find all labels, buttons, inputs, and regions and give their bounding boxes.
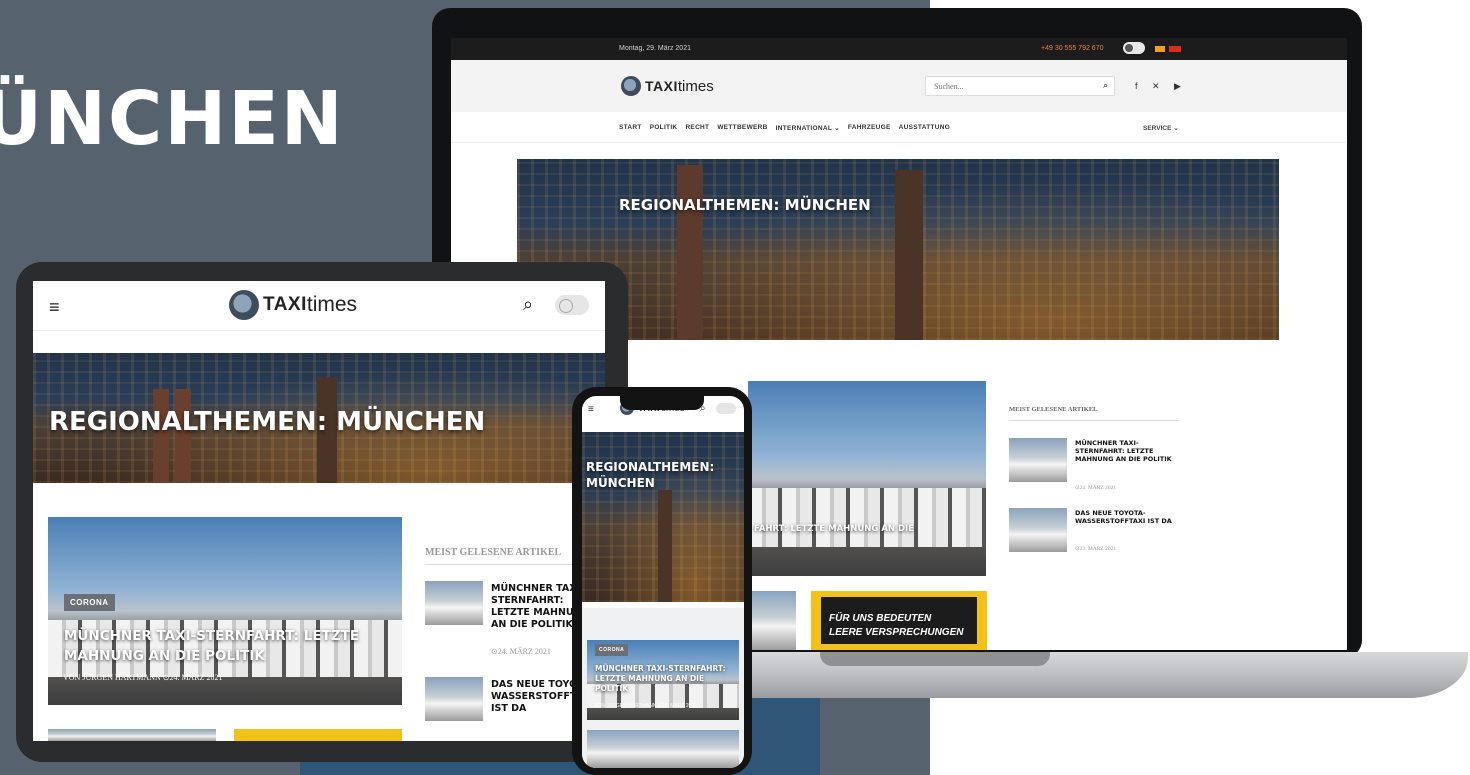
logo-text-light: times (306, 293, 358, 316)
globe-icon (621, 76, 641, 96)
search-input[interactable] (925, 76, 1115, 96)
dark-mode-toggle[interactable] (1123, 42, 1145, 54)
nav-service[interactable]: SERVICE ⌄ (1143, 124, 1179, 132)
phone-screen: ≡ TAXItimes ⌕ REGIONALTHEMEN: MÜNCHEN CO… (582, 396, 744, 768)
sidebar-title: MEIST GELESENE ARTIKEL (425, 547, 562, 558)
article-byline: VON JÜRGEN HARTMANN ⊙24. MÄRZ 2021 (63, 673, 223, 682)
hamburger-menu-icon[interactable]: ≡ (49, 297, 60, 318)
hero-banner[interactable]: REGIONALTHEMEN: MÜNCHEN (33, 353, 605, 483)
globe-icon (229, 290, 259, 320)
search-icon[interactable]: ⌕ (523, 294, 533, 315)
site-logo[interactable]: TAXItimes (621, 76, 714, 96)
yellow-card-text: FÜR UNS BEDEUTEN (829, 613, 932, 624)
hero-banner[interactable]: REGIONALTHEMEN: MÜNCHEN (582, 432, 744, 602)
hero-title-line2: MÜNCHEN (586, 476, 655, 490)
phone-number-link[interactable]: +49 30 555 792 670 (1041, 45, 1103, 52)
article-card-image[interactable] (587, 730, 739, 768)
sidebar-item-title[interactable]: DAS NEUE TOYOTA-WASSERSTOFFTAXI IST DA (1075, 509, 1175, 525)
dark-mode-toggle[interactable] (555, 295, 589, 315)
desktop-top-bar: Montag, 29. März 2021 +49 30 555 792 670 (451, 38, 1347, 60)
desktop-header (451, 60, 1347, 112)
nav-start[interactable]: START (619, 124, 642, 132)
tablet-screen: ≡ TAXI times ⌕ REGIONALTHEMEN: MÜNCHEN CO… (33, 281, 605, 741)
sidebar-item-title[interactable]: MÜNCHNER TAXI-STERNFAHRT: LETZTE MAHNUNG… (1075, 439, 1175, 463)
featured-article-title-line2: MAHNUNG AN DIE POLITIK (64, 648, 265, 664)
article-byline: VON JÜRGEN HARTMANN ⊙24. MÄRZ 2021 (594, 703, 698, 709)
article-card-yellow[interactable]: FÜR UNS BEDEUTEN LEERE VERSPRECHUNGEN (811, 591, 987, 650)
sidebar-item-thumb[interactable] (425, 581, 483, 625)
hamburger-menu-icon[interactable]: ≡ (588, 404, 594, 415)
featured-article-title-line1: MÜNCHNER TAXI-STERNFAHRT: LETZTE (64, 628, 360, 644)
sidebar-item-thumb[interactable] (425, 677, 483, 721)
hero-title: REGIONALTHEMEN: MÜNCHEN (619, 196, 871, 214)
phone-notch (620, 396, 704, 410)
dark-mode-toggle[interactable] (716, 403, 736, 414)
main-navigation: START POLITIK RECHT WETTBEWERB INTERNATI… (619, 124, 950, 132)
sidebar-item-date: ⊙24. MÄRZ 2021 (491, 647, 551, 656)
sidebar-item-thumb[interactable] (1009, 438, 1067, 482)
article-card-image[interactable] (48, 729, 216, 741)
nav-recht[interactable]: RECHT (685, 124, 709, 132)
nav-politik[interactable]: POLITIK (650, 124, 678, 132)
site-logo[interactable]: TAXItimes (229, 290, 357, 320)
town-hall-tower (895, 170, 923, 340)
logo-text-light: times (677, 77, 714, 95)
article-card-yellow[interactable] (234, 729, 402, 741)
sidebar-title: MEIST GELESENE ARTIKEL (1009, 406, 1098, 413)
category-badge[interactable]: CORONA (595, 644, 629, 656)
nav-ausstattung[interactable]: AUSSTATTUNG (899, 124, 950, 132)
taxi-cars (748, 488, 986, 547)
hero-title: REGIONALTHEMEN: MÜNCHEN (49, 407, 486, 437)
laptop-hinge-notch (820, 652, 1050, 666)
sidebar-item-date: ⊙24. MÄRZ 2021 (1075, 485, 1117, 491)
category-badge[interactable]: CORONA (64, 594, 115, 611)
logo-text-bold: TAXI (645, 78, 678, 94)
nav-fahrzeuge[interactable]: FAHRZEUGE (848, 124, 891, 132)
nav-international[interactable]: INTERNATIONAL ⌄ (776, 124, 840, 132)
featured-article-title: FAHRT: LETZTE MAHNUNG AN DIE (754, 524, 915, 534)
search-icon[interactable]: ⌕ (1103, 80, 1108, 91)
church-tower (677, 165, 703, 340)
nav-divider (451, 142, 1347, 143)
featured-article-image[interactable]: FAHRT: LETZTE MAHNUNG AN DIE (748, 381, 986, 576)
banner-title: ÜNCHEN (0, 76, 345, 162)
nav-wettbewerb[interactable]: WETTBEWERB (717, 124, 767, 132)
logo-text-bold: TAXI (263, 294, 307, 315)
sidebar-item-thumb[interactable] (1009, 508, 1067, 552)
hero-title-line1: REGIONALTHEMEN: (586, 460, 715, 474)
featured-article-title: MÜNCHNER TAXI-STERNFAHRT: LETZTE MAHNUNG… (595, 664, 726, 693)
yellow-card-text-2: LEERE VERSPRECHUNGEN (829, 627, 964, 638)
town-hall-tower (658, 490, 672, 602)
social-icons[interactable]: f ✕ ▶ (1135, 81, 1187, 92)
language-flags[interactable] (1155, 46, 1181, 52)
article-card-image[interactable] (748, 591, 796, 650)
sidebar-item-date: ⊙23. MÄRZ 2021 (1075, 546, 1117, 552)
sidebar-divider (1009, 420, 1179, 421)
current-date: Montag, 29. März 2021 (619, 45, 691, 52)
hero-banner[interactable]: REGIONALTHEMEN: MÜNCHEN (517, 159, 1279, 340)
